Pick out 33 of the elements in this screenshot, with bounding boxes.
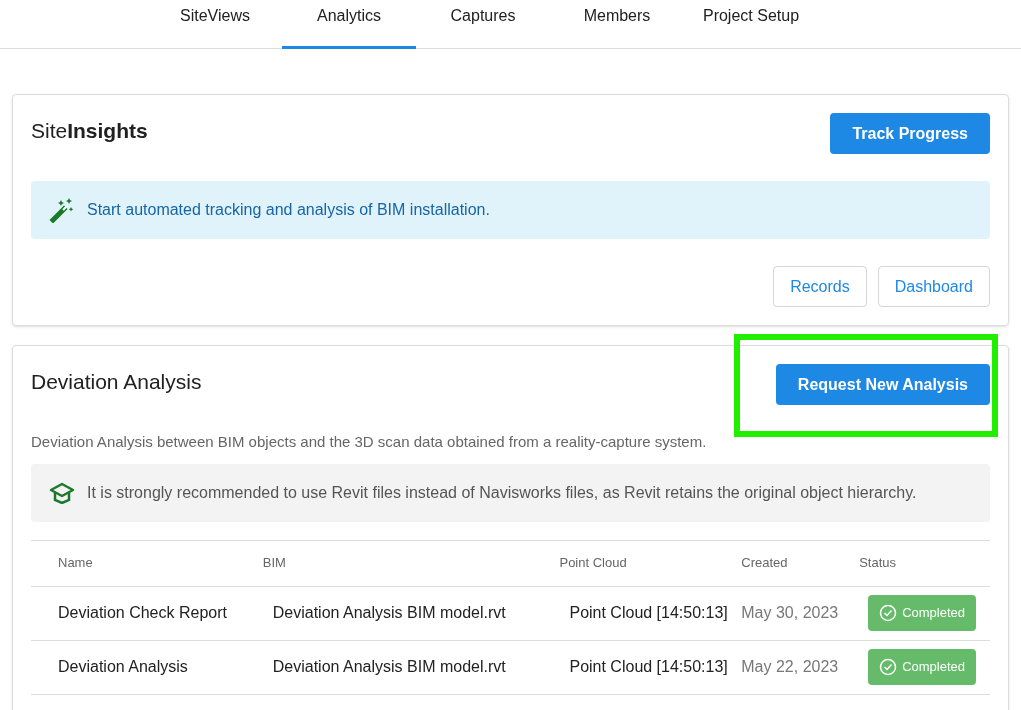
column-header: Created (741, 554, 789, 573)
table-cell-text: Deviation Analysis BIM model.rvt (271, 657, 507, 677)
table-cell-text: Point Cloud [14:50:13] (568, 603, 729, 623)
column-header: Point Cloud (559, 554, 628, 573)
column-header: Name (57, 554, 94, 573)
magic-wand-icon (49, 197, 75, 223)
info-text: Start automated tracking and analysis of BIM installation. (87, 200, 490, 220)
nav-tab[interactable]: Project Setup (684, 0, 818, 49)
request-analysis-button[interactable]: Request New Analysis (775, 364, 990, 405)
table-cell-text: May 22, 2023 (741, 657, 840, 677)
status-badge: Completed (868, 649, 976, 685)
track-progress-button[interactable]: Track Progress (830, 113, 990, 154)
table-cell-text: May 30, 2023 (741, 603, 840, 623)
card-title: SiteInsights (31, 118, 148, 144)
status-badge: Completed (868, 595, 976, 631)
table-cell-text: Deviation Analysis (57, 657, 189, 677)
nav-tab[interactable]: Analytics (282, 0, 416, 49)
check-circle-icon (879, 604, 898, 622)
graduation-cap-icon (49, 481, 75, 504)
nav-tab[interactable]: Captures (416, 0, 550, 49)
notice-text: It is strongly recommended to use Revit files instead of Navisworks files, as Revit retains the original object hierarchy. (87, 482, 917, 503)
description-text: Deviation Analysis between BIM objects and the 3D scan data obtained from a reality-capture system. (31, 432, 708, 452)
column-header: Status (859, 554, 897, 573)
table-cell-text: Point Cloud [14:50:13] (568, 657, 729, 677)
outline-button[interactable]: Dashboard (877, 266, 990, 307)
table-cell-text: Deviation Analysis BIM model.rvt (271, 603, 507, 623)
nav-tab[interactable]: SiteViews (148, 0, 282, 49)
card-title: Deviation Analysis (31, 369, 202, 395)
table-cell-text: Deviation Check Report (57, 603, 228, 623)
check-circle-icon (879, 658, 898, 676)
column-header: BIM (262, 554, 287, 573)
nav-tab[interactable]: Members (550, 0, 684, 49)
outline-button[interactable]: Records (773, 266, 867, 307)
